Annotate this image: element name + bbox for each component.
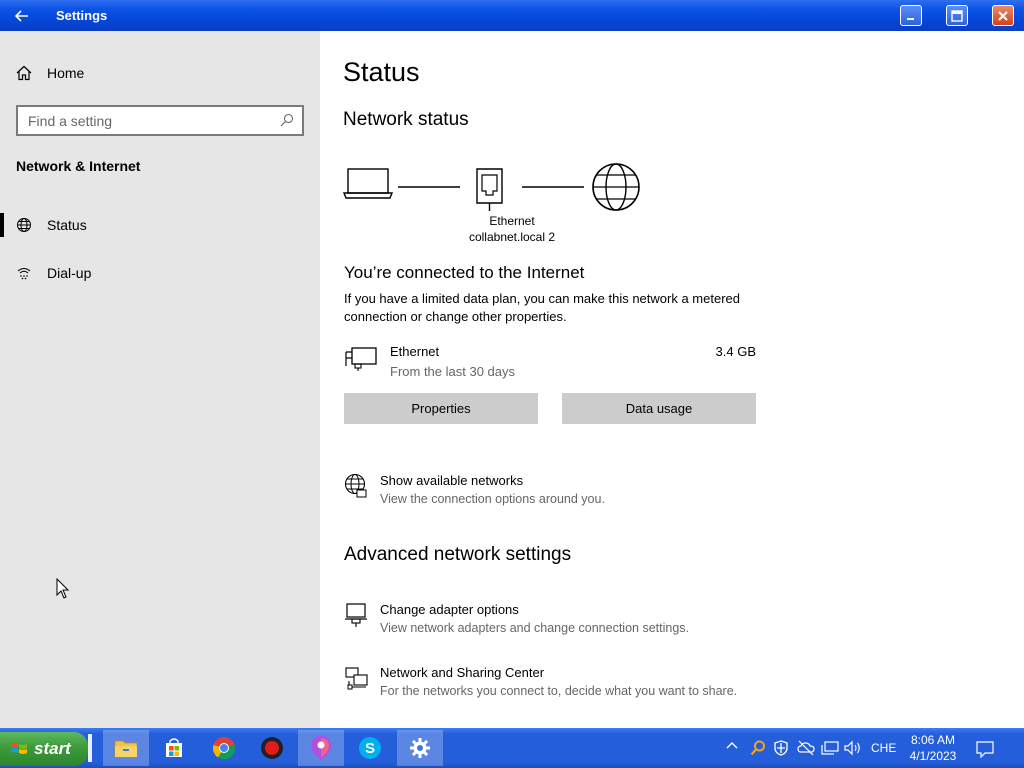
adapter-data-usage: 3.4 GB xyxy=(715,344,756,359)
adapter-period: From the last 30 days xyxy=(390,364,515,379)
close-icon xyxy=(998,10,1008,21)
network-diagram-graphic xyxy=(342,163,640,211)
taskbar: start S CHE 8:06 AM 4/1/2023 xyxy=(0,728,1024,768)
volume-icon[interactable] xyxy=(844,740,862,756)
sidebar: Home Network & Internet Status Dial-up xyxy=(0,31,320,728)
adapter-name: Ethernet xyxy=(390,344,440,359)
show-networks-desc: View the connection options around you. xyxy=(380,492,605,506)
title-bar: Settings xyxy=(0,0,1024,31)
network-globe-icon xyxy=(344,473,367,498)
sharing-center-desc: For the networks you connect to, decide … xyxy=(380,684,738,698)
sidebar-item-status[interactable]: Status xyxy=(0,207,320,243)
gear-icon xyxy=(410,738,430,758)
dial-up-icon xyxy=(17,268,31,280)
home-icon xyxy=(16,65,32,81)
ethernet-port-icon xyxy=(476,168,503,211)
folder-icon xyxy=(114,740,138,758)
taskbar-maps-app[interactable] xyxy=(298,730,344,766)
properties-button[interactable]: Properties xyxy=(344,393,538,424)
network-status-heading: Network status xyxy=(343,109,469,130)
minimize-button[interactable] xyxy=(900,5,922,26)
sidebar-item-dial-up[interactable]: Dial-up xyxy=(0,255,320,291)
adapter-usage-row: Ethernet From the last 30 days 3.4 GB xyxy=(344,343,756,383)
network-tray-icon[interactable] xyxy=(821,740,839,756)
start-button[interactable]: start xyxy=(0,732,88,766)
security-shield-icon[interactable] xyxy=(773,740,789,756)
connected-text: If you have a limited data plan, you can… xyxy=(344,291,740,324)
change-adapter-title: Change adapter options xyxy=(380,602,519,617)
taskbar-settings[interactable] xyxy=(397,730,443,766)
data-usage-button[interactable]: Data usage xyxy=(562,393,756,424)
change-adapter-desc: View network adapters and change connect… xyxy=(380,621,689,635)
mouse-cursor-icon xyxy=(56,578,70,599)
search-box[interactable] xyxy=(16,105,304,136)
input-language[interactable]: CHE xyxy=(871,741,896,755)
page-title: Status xyxy=(343,57,420,87)
sidebar-item-label: Dial-up xyxy=(47,265,92,281)
back-button[interactable] xyxy=(0,0,44,31)
chevron-up-icon[interactable] xyxy=(726,740,738,752)
search-input[interactable] xyxy=(28,112,268,129)
internet-globe-icon xyxy=(592,163,640,211)
sidebar-item-home[interactable]: Home xyxy=(16,63,84,83)
taskbar-skype[interactable]: S xyxy=(347,730,393,766)
close-button[interactable] xyxy=(992,5,1014,26)
ethernet-adapter-icon xyxy=(345,347,377,371)
network-sharing-center-link[interactable]: Network and Sharing Center For the netwo… xyxy=(344,665,844,705)
sidebar-item-label: Status xyxy=(47,217,87,233)
main-content: Status Network status Ethernet collabnet… xyxy=(320,31,1024,728)
skype-icon: S xyxy=(359,737,381,759)
clock-time: 8:06 AM xyxy=(910,733,956,747)
clock-date: 4/1/2023 xyxy=(909,749,957,763)
minimize-icon xyxy=(907,17,914,20)
store-icon xyxy=(166,738,182,757)
laptop-icon xyxy=(342,168,394,199)
taskbar-record-app[interactable] xyxy=(249,730,295,766)
window-title: Settings xyxy=(56,8,108,23)
show-networks-title: Show available networks xyxy=(380,473,524,488)
back-arrow-icon xyxy=(15,9,28,22)
search-tray-icon[interactable] xyxy=(750,740,766,756)
notification-center-icon[interactable] xyxy=(976,740,994,758)
map-pin-icon xyxy=(311,736,331,760)
onedrive-offline-icon[interactable] xyxy=(797,740,815,756)
start-label: start xyxy=(34,739,71,758)
diagram-adapter-label: Ethernet xyxy=(489,214,535,228)
advanced-settings-heading: Advanced network settings xyxy=(344,544,572,565)
show-available-networks-link[interactable]: Show available networks View the connect… xyxy=(344,473,844,513)
chrome-icon xyxy=(212,737,236,760)
globe-icon xyxy=(17,218,31,232)
record-icon xyxy=(261,737,283,759)
taskbar-file-explorer[interactable] xyxy=(103,730,149,766)
network-diagram: Ethernet collabnet.local 2 xyxy=(342,161,652,251)
sharing-center-icon xyxy=(345,667,368,690)
home-label: Home xyxy=(47,65,85,81)
sharing-center-title: Network and Sharing Center xyxy=(380,665,545,680)
taskbar-chrome[interactable] xyxy=(201,730,247,766)
adapter-monitor-icon xyxy=(345,603,367,627)
selected-indicator xyxy=(0,213,4,237)
connected-heading: You’re connected to the Internet xyxy=(344,263,585,282)
taskbar-store[interactable] xyxy=(151,730,197,766)
windows-logo-icon xyxy=(11,743,27,754)
section-title: Network & Internet xyxy=(16,158,141,174)
clock[interactable]: 8:06 AM 4/1/2023 xyxy=(908,732,958,764)
taskbar-separator xyxy=(88,734,92,762)
svg-text:S: S xyxy=(365,740,375,757)
diagram-network-label: collabnet.local 2 xyxy=(468,230,556,244)
search-icon[interactable] xyxy=(280,113,294,127)
maximize-button[interactable] xyxy=(946,5,968,26)
change-adapter-options-link[interactable]: Change adapter options View network adap… xyxy=(344,602,844,642)
system-tray: CHE 8:06 AM 4/1/2023 xyxy=(720,728,1024,768)
maximize-icon xyxy=(951,9,963,22)
